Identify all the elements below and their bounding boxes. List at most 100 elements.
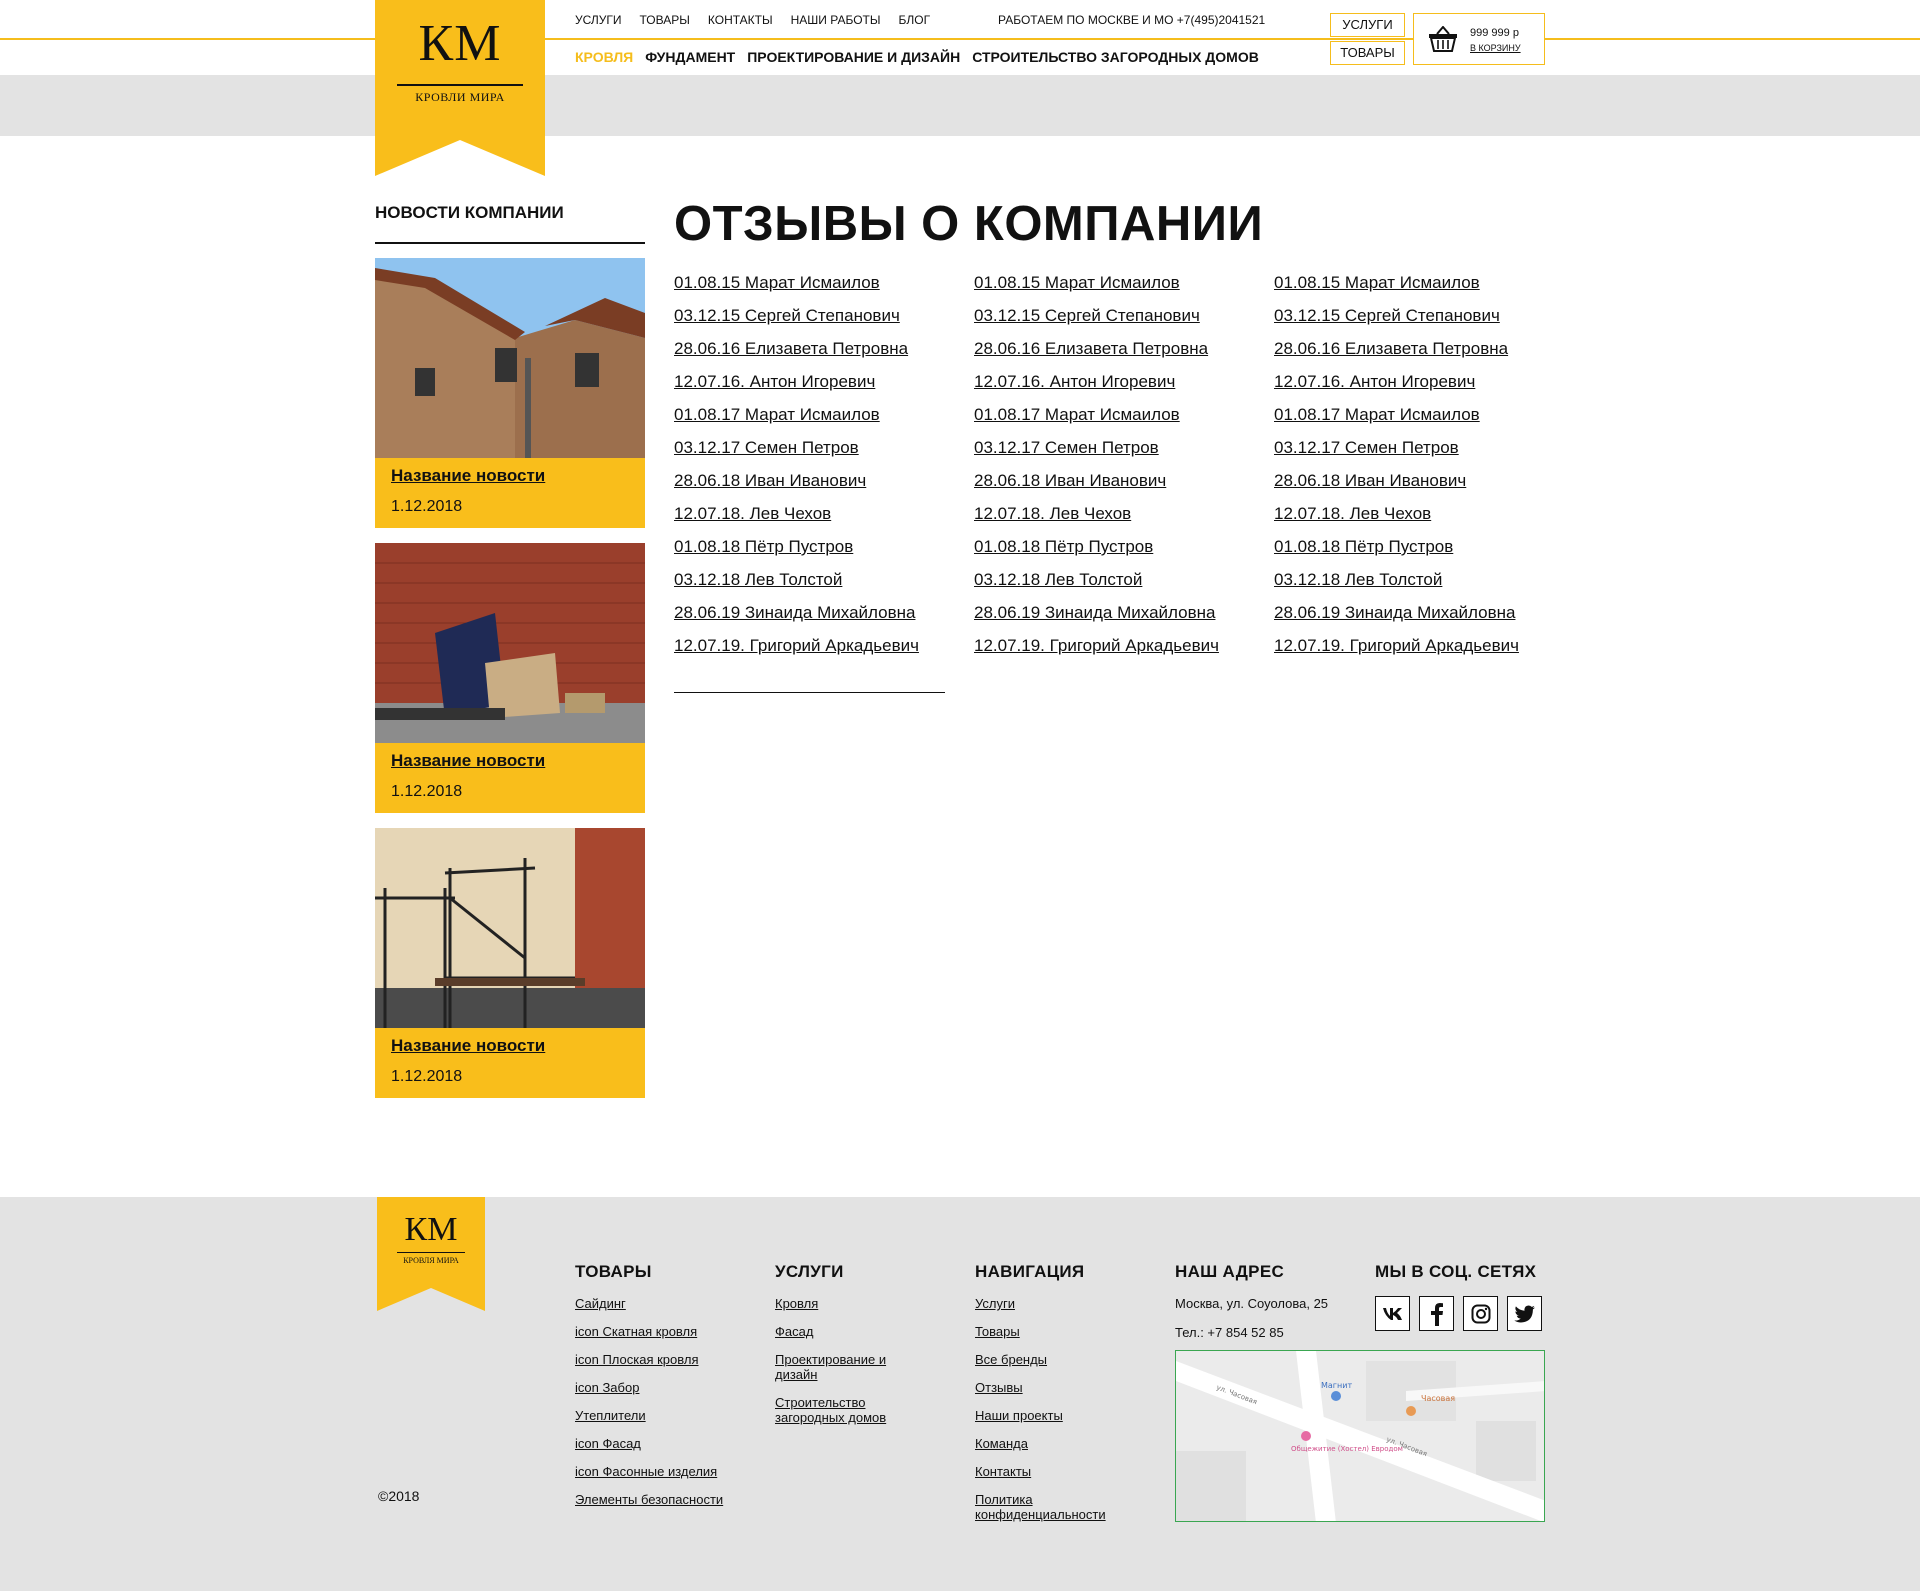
review-link[interactable]: 03.12.17 Семен Петров <box>674 438 964 471</box>
review-link[interactable]: 28.06.19 Зинаида Михайловна <box>974 603 1264 636</box>
news-image[interactable] <box>375 258 645 458</box>
footer-link[interactable]: Контакты <box>975 1464 1125 1479</box>
footer-link[interactable]: Сайдинг <box>575 1296 723 1311</box>
footer-logo[interactable]: КМ КРОВЛЯ МИРА <box>377 1197 485 1311</box>
review-link[interactable]: 12.07.18. Лев Чехов <box>974 504 1264 537</box>
news-info: Название новости 1.12.2018 <box>375 458 645 528</box>
review-link[interactable]: 01.08.18 Пётр Пустров <box>674 537 964 570</box>
footer-social: МЫ В СОЦ. СЕТЯХ <box>1375 1262 1542 1331</box>
review-link[interactable]: 28.06.18 Иван Иванович <box>1274 471 1564 504</box>
footer-link[interactable]: Утеплители <box>575 1408 723 1423</box>
address-street: Москва, ул. Соуолова, 25 <box>1175 1296 1329 1311</box>
vk-icon[interactable] <box>1375 1296 1410 1331</box>
main-nav-country-houses[interactable]: СТРОИТЕЛЬСТВО ЗАГОРОДНЫХ ДОМОВ <box>972 49 1259 65</box>
review-link[interactable]: 12.07.16. Антон Игоревич <box>1274 372 1564 405</box>
footer-link[interactable]: Проектирование и дизайн <box>775 1352 915 1382</box>
footer-logo-subtitle: КРОВЛЯ МИРА <box>403 1256 459 1265</box>
review-link[interactable]: 01.08.15 Марат Исмаилов <box>974 273 1264 306</box>
review-link[interactable]: 03.12.15 Сергей Степанович <box>1274 306 1564 339</box>
news-title-link[interactable]: Название новости <box>391 1036 545 1056</box>
review-link[interactable]: 01.08.17 Марат Исмаилов <box>1274 405 1564 438</box>
main-nav-design[interactable]: ПРОЕКТИРОВАНИЕ И ДИЗАЙН <box>747 49 960 65</box>
review-link[interactable]: 01.08.15 Марат Исмаилов <box>674 273 964 306</box>
hero-band <box>0 75 1920 136</box>
top-nav-contacts[interactable]: КОНТАКТЫ <box>708 13 773 27</box>
footer-link[interactable]: Все бренды <box>975 1352 1125 1367</box>
review-link[interactable]: 28.06.19 Зинаида Михайловна <box>674 603 964 636</box>
review-link[interactable]: 01.08.18 Пётр Пустров <box>1274 537 1564 570</box>
top-nav-works[interactable]: НАШИ РАБОТЫ <box>791 13 881 27</box>
footer-link[interactable]: Политика конфиденциальности <box>975 1492 1125 1522</box>
footer-link[interactable]: Наши проекты <box>975 1408 1125 1423</box>
review-link[interactable]: 03.12.17 Семен Петров <box>974 438 1264 471</box>
top-nav-blog[interactable]: БЛОГ <box>898 13 930 27</box>
footer-link[interactable]: icon Фасад <box>575 1436 723 1451</box>
news-info: Название новости 1.12.2018 <box>375 743 645 813</box>
location-map[interactable]: Магнит Часовая Общежитие (Хостел) Евродо… <box>1175 1350 1545 1522</box>
main-nav-roofing[interactable]: КРОВЛЯ <box>575 49 633 65</box>
twitter-icon[interactable] <box>1507 1296 1542 1331</box>
review-link[interactable]: 12.07.16. Антон Игоревич <box>674 372 964 405</box>
review-link[interactable]: 28.06.16 Елизавета Петровна <box>674 339 964 372</box>
footer-address: НАШ АДРЕС Москва, ул. Соуолова, 25 Тел.:… <box>1175 1262 1328 1354</box>
footer-link[interactable]: Команда <box>975 1436 1125 1451</box>
review-link[interactable]: 03.12.15 Сергей Степанович <box>674 306 964 339</box>
footer-link[interactable]: Фасад <box>775 1324 915 1339</box>
footer-link[interactable]: icon Плоская кровля <box>575 1352 723 1367</box>
review-link[interactable]: 12.07.18. Лев Чехов <box>1274 504 1564 537</box>
news-card[interactable]: Название новости 1.12.2018 <box>375 543 645 813</box>
facebook-icon[interactable] <box>1419 1296 1454 1331</box>
news-title-link[interactable]: Название новости <box>391 751 545 771</box>
address-phone: Тел.: +7 854 52 85 <box>1175 1325 1284 1340</box>
news-card[interactable]: Название новости 1.12.2018 <box>375 828 645 1098</box>
footer-social-title: МЫ В СОЦ. СЕТЯХ <box>1375 1262 1537 1281</box>
review-link[interactable]: 28.06.18 Иван Иванович <box>974 471 1264 504</box>
instagram-icon[interactable] <box>1463 1296 1498 1331</box>
news-card[interactable]: Название новости 1.12.2018 <box>375 258 645 528</box>
cart-widget[interactable]: 999 999 р В КОРЗИНУ <box>1413 13 1545 65</box>
footer-link[interactable]: Кровля <box>775 1296 915 1311</box>
news-title-link[interactable]: Название новости <box>391 466 545 486</box>
top-nav-services[interactable]: УСЛУГИ <box>575 13 622 27</box>
review-link[interactable]: 01.08.17 Марат Исмаилов <box>674 405 964 438</box>
footer-link[interactable]: Отзывы <box>975 1380 1125 1395</box>
footer-address-title: НАШ АДРЕС <box>1175 1262 1285 1281</box>
footer-goods-title: ТОВАРЫ <box>575 1262 652 1281</box>
footer-link[interactable]: icon Фасонные изделия <box>575 1464 723 1479</box>
review-link[interactable]: 28.06.19 Зинаида Михайловна <box>1274 603 1564 636</box>
main-nav-foundation[interactable]: ФУНДАМЕНТ <box>645 49 735 65</box>
footer-link[interactable]: Элементы безопасности <box>575 1492 723 1507</box>
review-link[interactable]: 28.06.16 Елизавета Петровна <box>974 339 1264 372</box>
footer-link[interactable]: icon Скатная кровля <box>575 1324 723 1339</box>
review-link[interactable]: 28.06.16 Елизавета Петровна <box>1274 339 1564 372</box>
review-link[interactable]: 01.08.17 Марат Исмаилов <box>974 405 1264 438</box>
news-image[interactable] <box>375 543 645 743</box>
site-logo[interactable]: КМ КРОВЛИ МИРА <box>375 0 545 176</box>
review-link[interactable]: 12.07.19. Григорий Аркадьевич <box>1274 636 1564 669</box>
footer-link[interactable]: Услуги <box>975 1296 1125 1311</box>
review-link[interactable]: 12.07.18. Лев Чехов <box>674 504 964 537</box>
footer-link[interactable]: icon Забор <box>575 1380 723 1395</box>
services-button[interactable]: УСЛУГИ <box>1330 13 1405 37</box>
cart-total: 999 999 р <box>1470 27 1519 39</box>
review-link[interactable]: 03.12.17 Семен Петров <box>1274 438 1564 471</box>
footer-link[interactable]: Товары <box>975 1324 1125 1339</box>
top-nav-goods[interactable]: ТОВАРЫ <box>640 13 690 27</box>
review-link[interactable]: 12.07.16. Антон Игоревич <box>974 372 1264 405</box>
review-link[interactable]: 28.06.18 Иван Иванович <box>674 471 964 504</box>
main-nav: КРОВЛЯ ФУНДАМЕНТ ПРОЕКТИРОВАНИЕ И ДИЗАЙН… <box>575 49 1259 65</box>
review-link[interactable]: 12.07.19. Григорий Аркадьевич <box>974 636 1264 669</box>
review-link[interactable]: 03.12.18 Лев Толстой <box>1274 570 1564 603</box>
news-image[interactable] <box>375 828 645 1028</box>
reviews-column: 01.08.15 Марат Исмаилов 03.12.15 Сергей … <box>974 273 1264 669</box>
goods-button[interactable]: ТОВАРЫ <box>1330 41 1405 65</box>
review-link[interactable]: 01.08.18 Пётр Пустров <box>974 537 1264 570</box>
svg-text:Часовая: Часовая <box>1421 1394 1455 1403</box>
review-link[interactable]: 03.12.18 Лев Толстой <box>974 570 1264 603</box>
review-link[interactable]: 03.12.15 Сергей Степанович <box>974 306 1264 339</box>
review-link[interactable]: 03.12.18 Лев Толстой <box>674 570 964 603</box>
review-link[interactable]: 01.08.15 Марат Исмаилов <box>1274 273 1564 306</box>
footer-link[interactable]: Строительство загородных домов <box>775 1395 915 1425</box>
review-link[interactable]: 12.07.19. Григорий Аркадьевич <box>674 636 964 669</box>
cart-link[interactable]: В КОРЗИНУ <box>1470 43 1521 53</box>
